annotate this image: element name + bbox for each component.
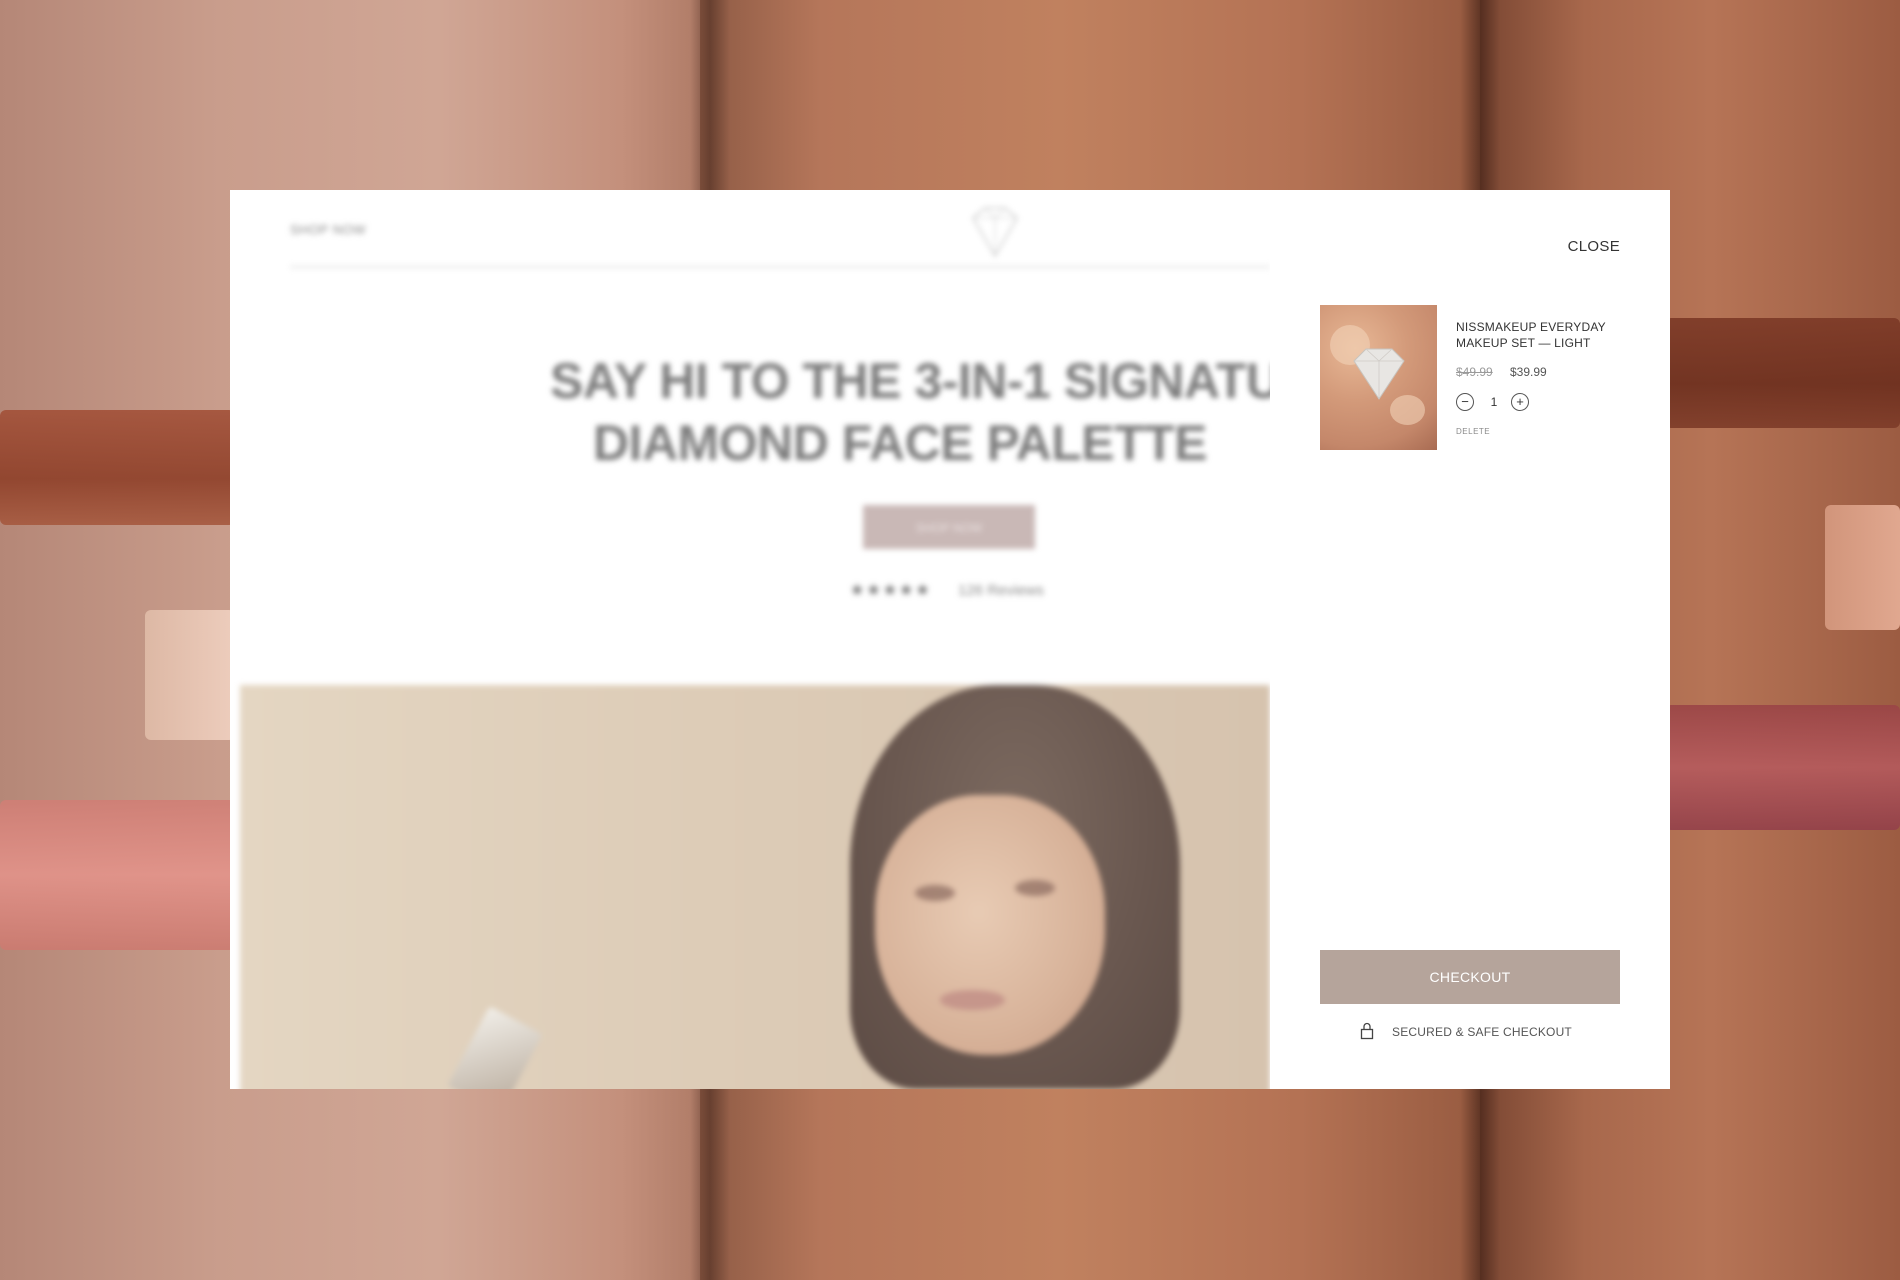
makeup-swatch xyxy=(1665,705,1900,830)
cart-drawer: CLOSE NISSMAKEUP EVERYDAY MAKEUP SET — L… xyxy=(1270,190,1670,1089)
lips-shape xyxy=(940,990,1005,1010)
close-button[interactable]: CLOSE xyxy=(1568,238,1620,255)
makeup-swatch xyxy=(145,610,235,740)
nav-shop-now-link[interactable]: SHOP NOW xyxy=(290,222,366,237)
diamond-palette-icon xyxy=(1353,348,1405,400)
reviews-count[interactable]: 126 Reviews xyxy=(958,582,1044,599)
eye-shape xyxy=(915,885,955,901)
hero-title-line: DIAMOND FACE PALETTE xyxy=(592,415,1208,471)
preview-modal: SHOP NOW SAY HI TO THE 3-IN-1 SIGNATU DI… xyxy=(230,190,1670,1089)
product-thumbnail[interactable] xyxy=(1320,305,1437,450)
sale-price: $39.99 xyxy=(1510,365,1547,379)
diamond-logo-icon[interactable] xyxy=(965,204,1025,265)
eye-shape xyxy=(1015,880,1055,896)
quantity-stepper: − 1 + xyxy=(1456,393,1536,413)
checkout-button[interactable]: CHECKOUT xyxy=(1320,950,1620,1004)
landing-page-preview: SHOP NOW SAY HI TO THE 3-IN-1 SIGNATU DI… xyxy=(230,190,1270,1089)
lock-icon xyxy=(1360,1022,1374,1045)
makeup-swatch xyxy=(1825,505,1900,630)
secure-checkout-label: SECURED & SAFE CHECKOUT xyxy=(1392,1025,1572,1039)
quantity-value: 1 xyxy=(1490,395,1498,409)
face-shape xyxy=(875,795,1105,1055)
secure-checkout-note: SECURED & SAFE CHECKOUT xyxy=(1360,1020,1620,1044)
compact-mirror-shape xyxy=(447,1006,543,1089)
minus-icon[interactable]: − xyxy=(1456,393,1474,411)
hero-title: SAY HI TO THE 3-IN-1 SIGNATU DIAMOND FAC… xyxy=(290,350,1270,474)
plus-icon[interactable]: + xyxy=(1511,393,1529,411)
rating-stars-icon: ★★★★★ xyxy=(850,582,932,599)
hero-title-line: SAY HI TO THE 3-IN-1 SIGNATU xyxy=(550,353,1270,409)
product-name[interactable]: NISSMAKEUP EVERYDAY MAKEUP SET — LIGHT xyxy=(1456,319,1616,351)
nav-divider xyxy=(290,266,1270,268)
makeup-swatch xyxy=(0,410,235,525)
hero-shop-now-button[interactable]: SHOP NOW xyxy=(863,505,1035,549)
hero-photo xyxy=(240,685,1270,1089)
original-price: $49.99 xyxy=(1456,365,1493,379)
cart-item: NISSMAKEUP EVERYDAY MAKEUP SET — LIGHT $… xyxy=(1320,305,1620,455)
delete-item-link[interactable]: DELETE xyxy=(1456,427,1490,436)
makeup-swatch xyxy=(1665,318,1900,428)
makeup-swatch xyxy=(0,800,235,950)
site-nav: SHOP NOW xyxy=(290,190,1270,270)
